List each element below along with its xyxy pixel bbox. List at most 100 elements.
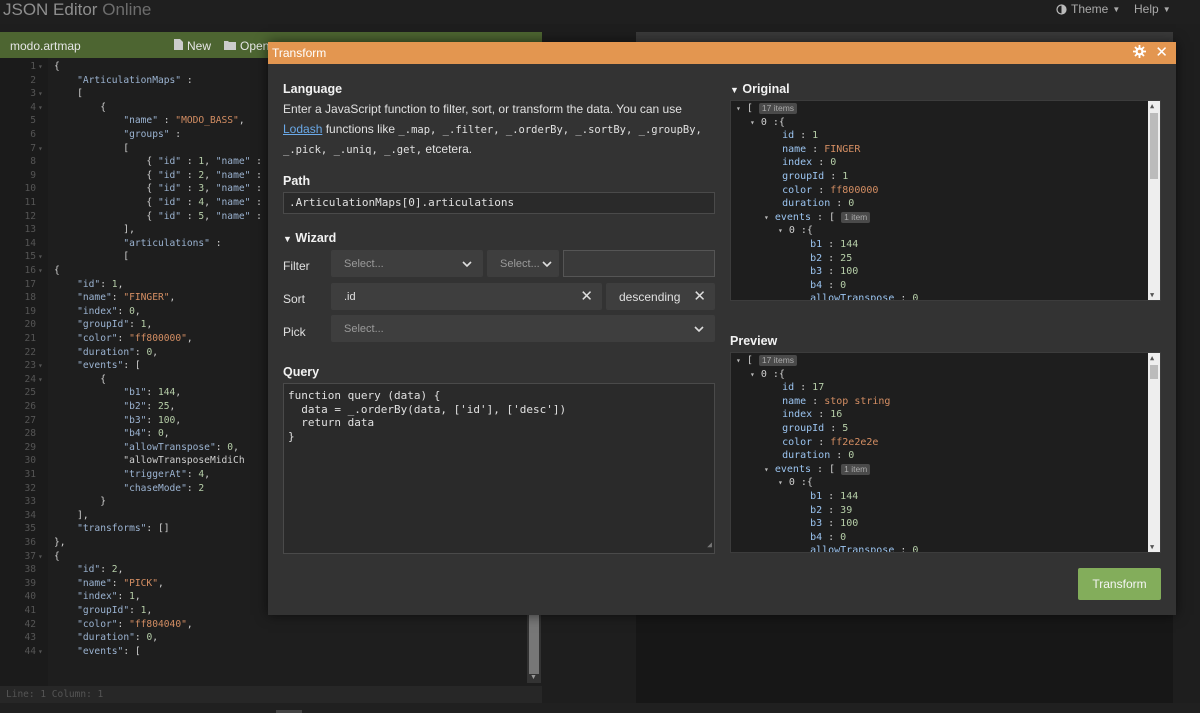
line-number: 20 [24,319,36,331]
tree-node[interactable]: color : ff800000 [764,184,878,198]
filter-operator-select[interactable]: Select... [487,250,559,277]
tree-node[interactable]: b2 : 25 [792,252,852,266]
fold-toggle-icon[interactable]: ▾ [38,264,43,278]
path-input[interactable]: .ArticulationMaps[0].articulations [283,192,715,214]
gear-icon[interactable] [1133,45,1146,61]
tree-node[interactable]: b2 : 39 [792,504,852,518]
tree-node[interactable]: duration : 0 [764,449,854,463]
code-text: [ [54,142,130,154]
tree-node[interactable]: ▾ 0 :{ [778,476,813,490]
code-text: } [54,496,106,508]
line-number: 2 [30,74,36,86]
line-number: 26 [24,401,36,412]
tree-node[interactable]: id : 1 [764,129,818,143]
expand-icon[interactable]: ▾ [736,356,741,365]
filter-field-select[interactable]: Select... [331,250,483,277]
expand-icon[interactable]: ▾ [778,478,783,487]
fold-toggle-icon[interactable]: ▾ [38,550,43,564]
original-scrollbar-thumb[interactable] [1150,113,1158,179]
preview-scrollbar[interactable]: ▲ ▼ [1148,353,1160,552]
sort-field-select[interactable]: .id ✕ [331,283,602,310]
scroll-down-icon[interactable]: ▼ [530,674,537,681]
original-scrollbar[interactable]: ▲ ▼ [1148,101,1160,300]
fold-toggle-icon[interactable]: ▾ [38,87,43,101]
code-text: "chaseMode": 2 [123,482,205,494]
tree-node[interactable]: b4 : 0 [792,531,846,545]
tree-node[interactable]: ▾ [ 17 items [736,354,798,368]
tree-node[interactable]: duration : 0 [764,197,854,211]
file-name[interactable]: modo.artmap [10,39,81,53]
tree-node[interactable]: b1 : 144 [792,490,858,504]
fold-toggle-icon[interactable]: ▾ [38,359,43,373]
fold-toggle-icon[interactable]: ▾ [38,645,43,659]
tree-node[interactable]: b4 : 0 [792,279,846,293]
clear-sort-order-icon[interactable]: ✕ [693,284,706,310]
sort-field-value: .id [344,291,356,303]
line-number: 32 [24,482,36,494]
fold-toggle-icon[interactable]: ▾ [38,101,43,115]
expand-icon[interactable]: ▾ [764,213,769,222]
tree-node[interactable]: index : 16 [764,408,842,422]
line-number: 36 [24,537,36,548]
tree-node[interactable]: groupId : 5 [764,422,848,436]
tree-node[interactable]: id : 17 [764,381,824,395]
tree-node[interactable]: ▾ 0 :{ [778,224,813,238]
preview-tree-view[interactable]: ▲ ▼ ▾ [ 17 items ▾ 0 :{ id : 17 name : sto… [730,352,1161,553]
transform-button[interactable]: Transform [1078,568,1161,600]
line-number: 31 [24,469,36,480]
wizard-header[interactable]: ▼ Wizard [283,231,336,245]
tree-node[interactable]: ▾ 0 :{ [750,116,785,130]
clear-sort-field-icon[interactable]: ✕ [580,284,593,310]
fold-toggle-icon[interactable]: ▾ [38,373,43,387]
fold-toggle-icon[interactable]: ▾ [38,60,43,74]
scroll-down-icon[interactable]: ▼ [1150,543,1154,551]
pick-select[interactable]: Select... [331,315,715,342]
tree-node[interactable]: allowTranspose : 0 [792,292,918,300]
expand-icon[interactable]: ▾ [736,104,741,113]
preview-scrollbar-thumb[interactable] [1150,365,1158,379]
resize-handle-icon[interactable]: ◢ [707,538,712,552]
tree-node[interactable]: b1 : 144 [792,238,858,252]
editor-scrollbar-thumb[interactable] [529,614,539,674]
line-number: 23 [24,360,36,372]
theme-menu[interactable]: Theme ▼ [1056,2,1120,16]
lodash-link[interactable]: Lodash [283,122,322,136]
sort-order-select[interactable]: descending ✕ [606,283,715,310]
original-header[interactable]: ▼ Original [730,82,790,96]
tree-node[interactable]: name : FINGER [764,143,860,157]
line-number: 29 [24,441,36,453]
tree-node[interactable]: allowTranspose : 0 [792,544,918,552]
new-button[interactable]: New [174,39,211,53]
expand-icon[interactable]: ▾ [750,118,755,127]
code-text: ], [54,224,135,236]
scroll-up-icon[interactable]: ▲ [1150,354,1154,362]
tree-node[interactable]: groupId : 1 [764,170,848,184]
query-textarea[interactable]: function query (data) { data = _.orderBy… [283,383,715,554]
open-button[interactable]: Open [224,39,269,53]
tree-node[interactable]: name : stop string [764,395,890,409]
original-tree-view[interactable]: ▲ ▼ ▾ [ 17 items ▾ 0 :{ id : 1 name : FING… [730,100,1161,301]
tree-node[interactable]: b3 : 100 [792,265,858,279]
tree-node[interactable]: ▾ [ 17 items [736,102,798,116]
tree-node[interactable]: index : 0 [764,156,836,170]
tree-node[interactable]: ▾ events : [ 1 item [764,211,871,225]
filter-value-input[interactable] [563,250,715,277]
tree-node[interactable]: ▾ 0 :{ [750,368,785,382]
code-text: { "id" : 1, "name" : [54,156,262,168]
scroll-up-icon[interactable]: ▲ [1150,102,1154,110]
expand-icon[interactable]: ▾ [778,226,783,235]
line-number: 14 [24,237,36,249]
expand-icon[interactable]: ▾ [750,370,755,379]
line-number: 43 [24,632,36,644]
expand-icon[interactable]: ▾ [764,465,769,474]
tree-node[interactable]: b3 : 100 [792,517,858,531]
close-icon[interactable]: ✕ [1155,45,1168,61]
help-menu[interactable]: Help ▼ [1134,2,1171,16]
tree-node[interactable]: color : ff2e2e2e [764,436,878,450]
fold-toggle-icon[interactable]: ▾ [38,250,43,264]
tree-node[interactable]: ▾ events : [ 1 item [764,463,871,477]
fold-toggle-icon[interactable]: ▾ [38,142,43,156]
scroll-down-icon[interactable]: ▼ [1150,291,1154,299]
code-text: "color": "ff800000", [77,333,193,344]
right-panel-header [636,32,1173,42]
